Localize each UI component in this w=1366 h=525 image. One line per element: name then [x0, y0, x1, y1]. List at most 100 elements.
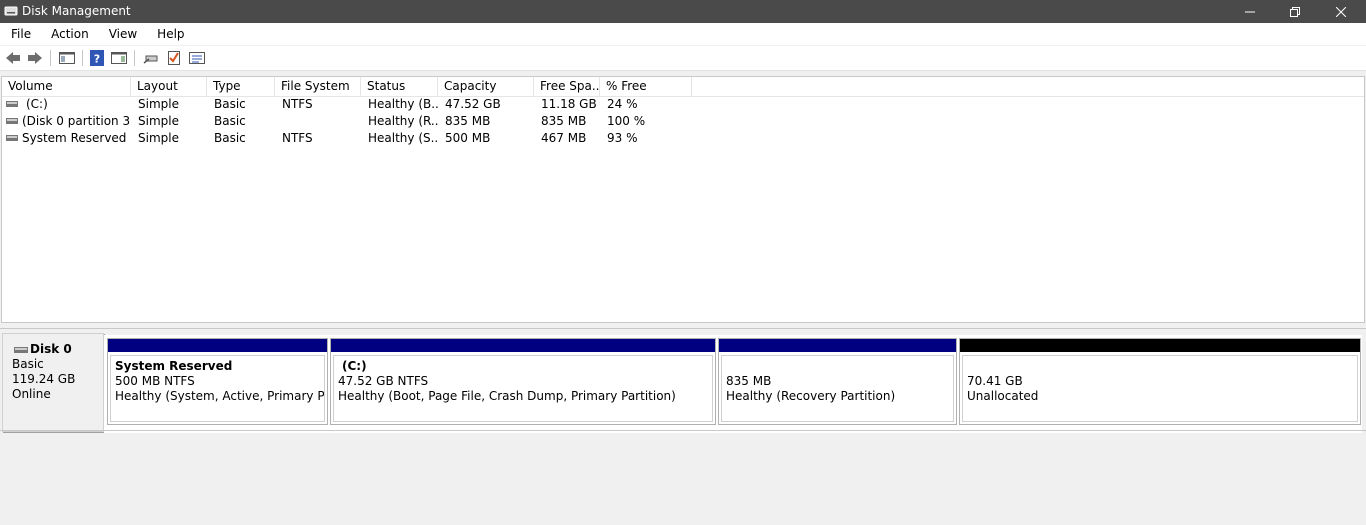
- console-tree-button[interactable]: [58, 50, 76, 66]
- partition-c[interactable]: (C:) 47.52 GB NTFS Healthy (Boot, Page F…: [330, 338, 716, 425]
- cell-type: Basic: [214, 131, 246, 145]
- cell-type: Basic: [214, 114, 246, 128]
- partition-size: 835 MB: [726, 374, 772, 388]
- properties-panel-button[interactable]: [110, 50, 128, 66]
- close-button[interactable]: [1318, 0, 1364, 23]
- partition-details: 835 MB Healthy (Recovery Partition): [721, 355, 954, 422]
- table-row[interactable]: (Disk 0 partition 3) Simple Basic Health…: [2, 113, 1364, 130]
- cell-free-space: 467 MB: [541, 131, 587, 145]
- partition-size: 500 MB NTFS: [115, 374, 195, 388]
- cell-volume: (Disk 0 partition 3): [22, 114, 130, 128]
- partition-color-bar: [331, 339, 715, 352]
- toolbar-separator: [82, 50, 83, 66]
- column-headers: Volume Layout Type File System Status Ca…: [2, 77, 1364, 97]
- pane-bottom-border: [0, 430, 1366, 431]
- check-task-icon: [168, 51, 180, 65]
- cell-volume: System Reserved: [22, 131, 127, 145]
- cell-file-system: NTFS: [282, 97, 313, 111]
- column-header-layout[interactable]: Layout: [131, 77, 207, 96]
- menu-help[interactable]: Help: [146, 23, 193, 45]
- cell-percent-free: 24 %: [607, 97, 638, 111]
- partition-status: Unallocated: [967, 389, 1039, 403]
- cell-status: Healthy (R...: [368, 114, 438, 128]
- check-task-button[interactable]: [165, 50, 183, 66]
- disk-management-icon: [4, 6, 18, 16]
- disk-0-label[interactable]: Disk 0 Basic 119.24 GB Online: [2, 333, 104, 432]
- volume-icon: [6, 135, 18, 141]
- window-title: Disk Management: [22, 4, 131, 18]
- partition-details: 70.41 GB Unallocated: [962, 355, 1358, 422]
- forward-button[interactable]: [26, 50, 44, 66]
- column-header-percent-free[interactable]: % Free: [600, 77, 692, 96]
- menu-view[interactable]: View: [98, 23, 146, 45]
- minimize-icon: [1245, 11, 1255, 12]
- help-button[interactable]: ?: [88, 50, 106, 66]
- partition-size: 47.52 GB NTFS: [338, 374, 429, 388]
- cell-volume: (C:): [26, 97, 48, 111]
- table-row[interactable]: (C:) Simple Basic NTFS Healthy (B... 47.…: [2, 96, 1364, 113]
- cell-file-system: [282, 113, 360, 130]
- list-view-button[interactable]: [188, 50, 206, 66]
- toolbar: ?: [0, 46, 1366, 71]
- back-button[interactable]: [4, 50, 22, 66]
- column-header-status[interactable]: Status: [361, 77, 438, 96]
- disk-type: Basic: [12, 357, 44, 371]
- column-header-capacity[interactable]: Capacity: [438, 77, 534, 96]
- connect-drive-button[interactable]: [142, 50, 160, 66]
- menu-action[interactable]: Action: [40, 23, 98, 45]
- menu-file[interactable]: File: [0, 23, 40, 45]
- column-header-free-space[interactable]: Free Spa...: [534, 77, 600, 96]
- title-bar: Disk Management: [0, 0, 1366, 23]
- restore-button[interactable]: [1272, 0, 1318, 23]
- cell-percent-free: 93 %: [607, 131, 638, 145]
- partition-color-bar: [719, 339, 956, 352]
- toolbar-separator: [134, 50, 135, 66]
- partition-status: Healthy (Recovery Partition): [726, 389, 896, 403]
- cell-free-space: 11.18 GB: [541, 97, 597, 111]
- disk-size: 119.24 GB: [12, 372, 76, 386]
- column-header-file-system[interactable]: File System: [275, 77, 361, 96]
- connect-drive-icon: [143, 55, 158, 64]
- minimize-button[interactable]: [1227, 0, 1273, 23]
- partition-size: 70.41 GB: [967, 374, 1023, 388]
- partition-unallocated[interactable]: 70.41 GB Unallocated: [959, 338, 1361, 425]
- svg-text:?: ?: [94, 53, 100, 66]
- table-row[interactable]: System Reserved Simple Basic NTFS Health…: [2, 130, 1364, 147]
- back-arrow-icon: [6, 52, 20, 64]
- column-header-volume[interactable]: Volume: [2, 77, 131, 96]
- toolbar-separator: [50, 50, 51, 66]
- show-hide-console-tree-icon: [59, 52, 75, 64]
- partition-status: Healthy (Boot, Page File, Crash Dump, Pr…: [338, 389, 676, 403]
- cell-capacity: 500 MB: [445, 131, 491, 145]
- partition-name: System Reserved: [115, 359, 233, 373]
- partition-name: (C:): [342, 359, 367, 373]
- cell-layout: Simple: [138, 114, 179, 128]
- help-icon: ?: [90, 50, 104, 66]
- cell-free-space: 835 MB: [541, 114, 587, 128]
- cell-file-system: NTFS: [282, 131, 313, 145]
- list-view-icon: [189, 52, 205, 64]
- restore-icon: [1290, 6, 1300, 17]
- close-icon: [1336, 6, 1346, 17]
- partition-details: System Reserved 500 MB NTFS Healthy (Sys…: [110, 355, 325, 422]
- column-header-type[interactable]: Type: [207, 77, 275, 96]
- partition-details: (C:) 47.52 GB NTFS Healthy (Boot, Page F…: [333, 355, 713, 422]
- forward-arrow-icon: [28, 52, 42, 64]
- partition-color-bar: [960, 339, 1360, 352]
- cell-layout: Simple: [138, 131, 179, 145]
- cell-type: Basic: [214, 97, 246, 111]
- cell-capacity: 47.52 GB: [445, 97, 501, 111]
- cell-layout: Simple: [138, 97, 179, 111]
- disk-state: Online: [12, 387, 51, 401]
- volume-list[interactable]: Volume Layout Type File System Status Ca…: [1, 76, 1365, 323]
- properties-panel-icon: [111, 52, 127, 64]
- cell-status: Healthy (B...: [368, 97, 438, 111]
- partition-recovery[interactable]: 835 MB Healthy (Recovery Partition): [718, 338, 957, 425]
- cell-capacity: 835 MB: [445, 114, 491, 128]
- partition-system-reserved[interactable]: System Reserved 500 MB NTFS Healthy (Sys…: [107, 338, 328, 425]
- menu-bar: File Action View Help: [0, 23, 1366, 45]
- cell-status: Healthy (S...: [368, 131, 438, 145]
- volume-icon: [6, 101, 18, 107]
- partition-status: Healthy (System, Active, Primary Partiti: [115, 389, 325, 403]
- cell-percent-free: 100 %: [607, 114, 646, 128]
